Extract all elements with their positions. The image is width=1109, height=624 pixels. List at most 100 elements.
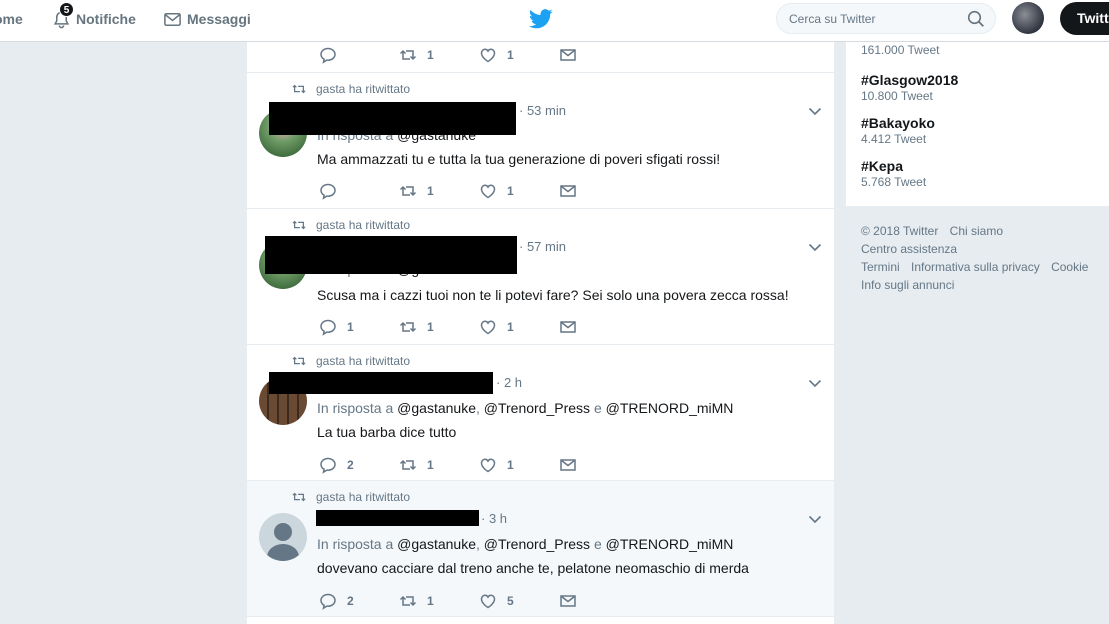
- retweet-button[interactable]: 1: [399, 592, 434, 610]
- footer-help-link[interactable]: Centro assistenza: [861, 242, 957, 256]
- tweet-actions: 1 1: [317, 46, 617, 64]
- footer-terms-link[interactable]: Termini: [861, 260, 900, 274]
- like-count: 1: [507, 458, 514, 472]
- mention-link[interactable]: @Trenord_Press: [484, 400, 590, 416]
- like-count: 1: [507, 320, 514, 334]
- search-box[interactable]: [776, 3, 996, 34]
- reply-prefix: In risposta a: [317, 400, 394, 416]
- retweet-icon: [399, 49, 417, 61]
- direct-message-button[interactable]: [559, 182, 587, 200]
- direct-message-button[interactable]: [559, 592, 587, 610]
- retweet-button[interactable]: 1: [399, 182, 434, 200]
- tweet-timestamp[interactable]: · 57 min: [519, 239, 566, 254]
- chevron-down-icon[interactable]: [808, 379, 822, 388]
- retweet-context: gasta ha ritwittato: [292, 82, 410, 96]
- like-count: 1: [507, 48, 514, 62]
- reply-button[interactable]: 1: [319, 318, 354, 336]
- trend-item[interactable]: #Bakayoko 4.412 Tweet: [861, 115, 935, 146]
- trend-count: 161.000 Tweet: [861, 43, 940, 57]
- user-avatar[interactable]: [1012, 2, 1044, 34]
- retweet-button[interactable]: 1: [399, 456, 434, 474]
- tweet[interactable]: gasta ha ritwittato · 2 h In risposta a …: [247, 345, 834, 481]
- retweet-icon: [399, 595, 417, 607]
- heart-icon: [480, 184, 496, 199]
- footer-about-link[interactable]: Chi siamo: [950, 224, 1003, 238]
- nav-messages-link[interactable]: Messaggi: [163, 0, 251, 38]
- redacted-username: [265, 236, 517, 274]
- chevron-down-icon[interactable]: [808, 515, 822, 524]
- reply-button[interactable]: 2: [319, 456, 354, 474]
- retweet-count: 1: [427, 594, 434, 608]
- twitter-bird-icon[interactable]: [529, 8, 553, 30]
- top-navigation-bar: ome 5 Notifiche Messaggi Twitt: [0, 0, 1109, 42]
- footer-privacy-link[interactable]: Informativa sulla privacy: [911, 260, 1040, 274]
- reply-icon: [320, 457, 336, 474]
- tweet[interactable]: gasta ha ritwittato In risposta a @gasta…: [247, 73, 834, 209]
- tweet-text: La tua barba dice tutto: [317, 424, 457, 440]
- trend-count: 4.412 Tweet: [861, 132, 927, 146]
- retweet-context-label: gasta ha ritwittato: [316, 354, 411, 368]
- direct-message-button[interactable]: [559, 46, 587, 64]
- reply-button[interactable]: [319, 182, 347, 200]
- retweet-count: 1: [427, 458, 434, 472]
- retweet-button[interactable]: 1: [399, 318, 434, 336]
- tweet-actions: 1 1: [317, 182, 617, 200]
- heart-icon: [480, 458, 496, 473]
- mention-link[interactable]: @gastanuke: [397, 400, 476, 416]
- footer-cookie-link[interactable]: Cookie: [1051, 260, 1088, 274]
- trend-item[interactable]: #Glasgow2018 10.800 Tweet: [861, 72, 958, 103]
- search-input[interactable]: [777, 4, 957, 33]
- like-button[interactable]: 5: [479, 592, 514, 610]
- envelope-icon: [560, 185, 576, 197]
- default-avatar-icon[interactable]: [259, 513, 307, 561]
- trend-name: #Glasgow2018: [861, 72, 959, 88]
- retweet-context: gasta ha ritwittato: [292, 354, 410, 368]
- nav-home-label: ome: [0, 11, 23, 27]
- reply-icon: [320, 47, 336, 64]
- retweet-button[interactable]: 1: [399, 46, 434, 64]
- nav-notifications-label: Notifiche: [76, 11, 136, 27]
- nav-home-link[interactable]: ome: [0, 0, 23, 38]
- tweet-timestamp[interactable]: · 3 h: [481, 511, 507, 526]
- like-button[interactable]: 1: [479, 318, 514, 336]
- chevron-down-icon[interactable]: [808, 107, 822, 116]
- reply-button[interactable]: 2: [319, 592, 354, 610]
- mention-link[interactable]: @TRENORD_miMN: [606, 400, 734, 416]
- envelope-icon: [164, 12, 181, 26]
- tweet-timestamp[interactable]: · 2 h: [496, 375, 522, 390]
- reply-button[interactable]: [319, 46, 347, 64]
- retweet-icon: [399, 459, 417, 471]
- like-count: 1: [507, 184, 514, 198]
- envelope-icon: [560, 595, 576, 607]
- trend-item[interactable]: #Kepa 5.768 Tweet: [861, 158, 926, 189]
- heart-icon: [480, 48, 496, 63]
- nav-notifications-link[interactable]: 5 Notifiche: [52, 0, 136, 38]
- like-count: 5: [507, 594, 514, 608]
- direct-message-button[interactable]: [559, 318, 587, 336]
- tweet-actions: 1 1 1: [317, 318, 617, 336]
- chevron-down-icon[interactable]: [808, 243, 822, 252]
- envelope-icon: [560, 321, 576, 333]
- trend-name: #Kepa: [861, 158, 904, 174]
- retweet-context-label: gasta ha ritwittato: [316, 490, 411, 504]
- mention-link[interactable]: @TRENORD_miMN: [606, 536, 734, 552]
- mention-link[interactable]: @gastanuke: [397, 536, 476, 552]
- retweet-count: 1: [427, 320, 434, 334]
- like-button[interactable]: 1: [479, 182, 514, 200]
- direct-message-button[interactable]: [559, 456, 587, 474]
- tweet-button[interactable]: Twitt: [1060, 2, 1109, 35]
- search-icon[interactable]: [967, 10, 985, 28]
- mention-link[interactable]: @Trenord_Press: [484, 536, 590, 552]
- reply-count: 2: [347, 458, 354, 472]
- like-button[interactable]: 1: [479, 46, 514, 64]
- like-button[interactable]: 1: [479, 456, 514, 474]
- retweet-icon: [399, 185, 417, 197]
- trend-item[interactable]: 161.000 Tweet: [861, 42, 940, 57]
- tweet[interactable]: gasta ha ritwittato · 3 h In risposta a …: [247, 481, 834, 617]
- tweet-text: Ma ammazzati tu e tutta la tua generazio…: [317, 151, 721, 167]
- tweet[interactable]: gasta ha ritwittato In risposta a @gasta…: [247, 209, 834, 345]
- envelope-icon: [560, 49, 576, 61]
- footer-ads-link[interactable]: Info sugli annunci: [861, 278, 954, 292]
- tweet-timestamp[interactable]: · 53 min: [519, 103, 566, 118]
- heart-icon: [480, 320, 496, 335]
